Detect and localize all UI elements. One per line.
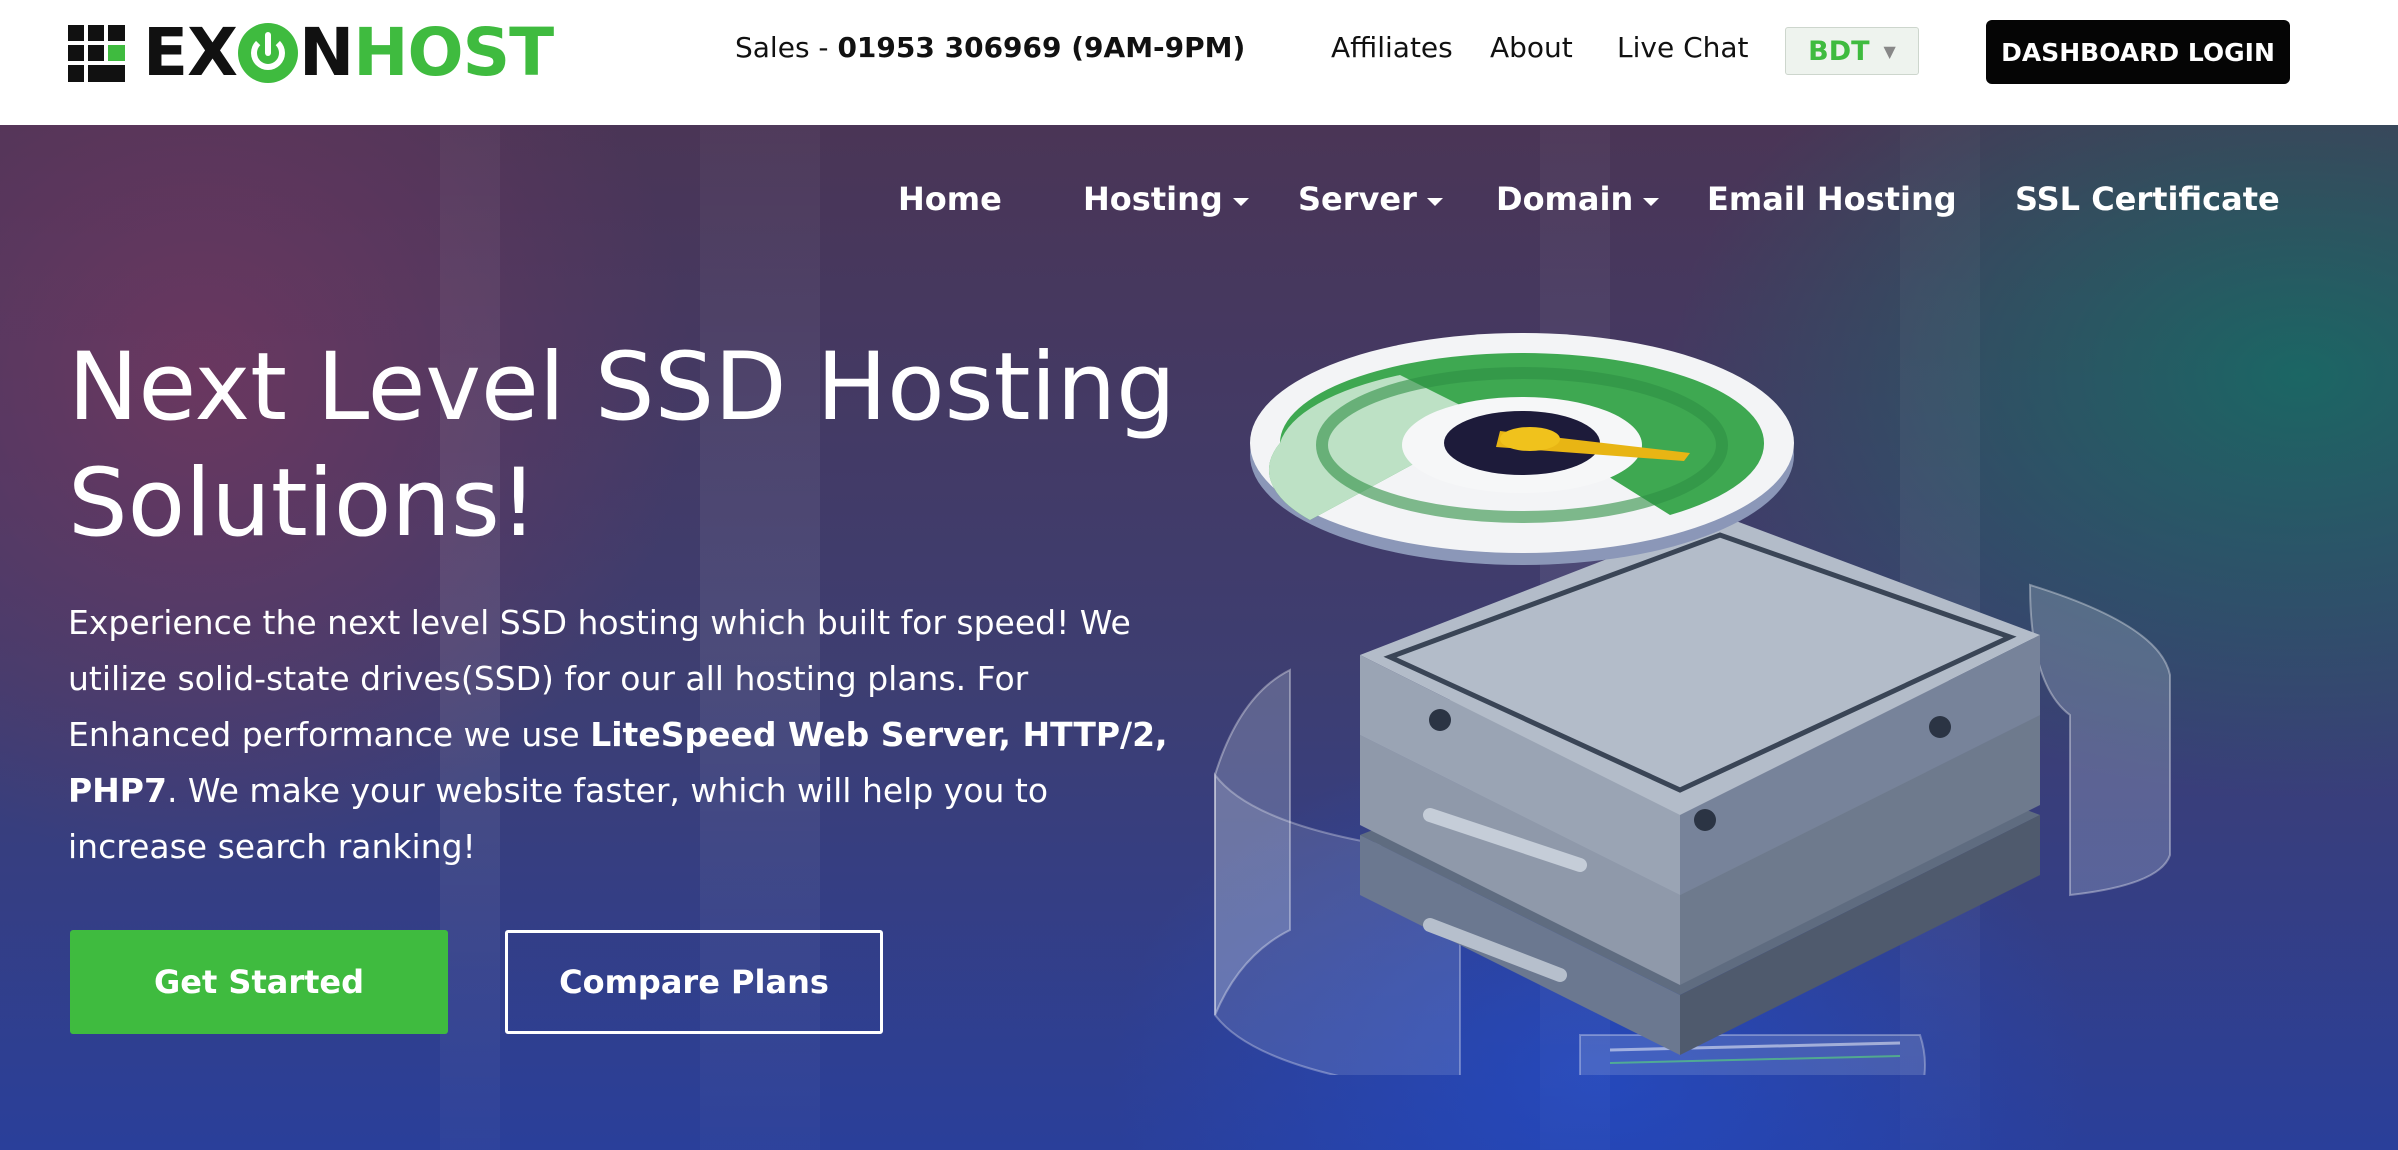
hero-desc-part2: . We make your website faster, which wil… <box>68 771 1049 866</box>
nav-item-domain[interactable]: Domain <box>1496 180 1660 218</box>
hero-description: Experience the next level SSD hosting wh… <box>68 595 1188 875</box>
hero-section: Home Hosting Server Domain Email Hosting… <box>0 125 2398 1150</box>
sales-prefix: Sales - <box>735 31 838 64</box>
nav-label: SSL Certificate <box>2015 180 2280 218</box>
compare-plans-button[interactable]: Compare Plans <box>505 930 883 1034</box>
nav-item-email-hosting[interactable]: Email Hosting <box>1707 180 1957 218</box>
nav-label: Server <box>1298 180 1417 218</box>
about-link[interactable]: About <box>1490 31 1573 64</box>
get-started-button[interactable]: Get Started <box>70 930 448 1034</box>
logo-text-ex: EX <box>143 14 238 91</box>
logo-text-host: HOST <box>353 14 554 91</box>
hero-title: Next Level SSD Hosting Solutions! <box>68 333 1176 558</box>
nav-item-ssl-certificate[interactable]: SSL Certificate <box>2015 180 2280 218</box>
caret-down-icon <box>1232 198 1249 206</box>
sales-contact: Sales - 01953 306969 (9AM-9PM) <box>735 31 1245 64</box>
currency-value: BDT <box>1808 35 1870 67</box>
nav-label: Home <box>898 180 1002 218</box>
dashboard-login-button[interactable]: DASHBOARD LOGIN <box>1986 20 2290 84</box>
nav-label: Hosting <box>1083 180 1223 218</box>
nav-label: Domain <box>1496 180 1634 218</box>
nav-item-home[interactable]: Home <box>898 180 1002 218</box>
top-bar: EX N HOST Sales - 01953 306969 (9AM-9PM)… <box>0 0 2398 125</box>
ssd-speedometer-illustration <box>1214 333 2171 1075</box>
nav-item-hosting[interactable]: Hosting <box>1083 180 1249 218</box>
logo-wordmark: EX N HOST <box>143 14 554 91</box>
sales-phone[interactable]: 01953 306969 (9AM-9PM) <box>837 31 1245 64</box>
site-logo[interactable]: EX N HOST <box>68 14 554 91</box>
caret-down-icon <box>1426 198 1443 206</box>
affiliates-link[interactable]: Affiliates <box>1331 31 1453 64</box>
currency-select[interactable]: BDT ▼ <box>1785 27 1919 75</box>
chevron-down-icon: ▼ <box>1883 41 1896 61</box>
nav-item-server[interactable]: Server <box>1298 180 1443 218</box>
grid-logo-icon <box>68 24 125 82</box>
power-icon <box>237 23 298 83</box>
nav-label: Email Hosting <box>1707 180 1957 218</box>
logo-text-n: N <box>298 14 354 91</box>
live-chat-link[interactable]: Live Chat <box>1617 31 1749 64</box>
caret-down-icon <box>1643 198 1660 206</box>
